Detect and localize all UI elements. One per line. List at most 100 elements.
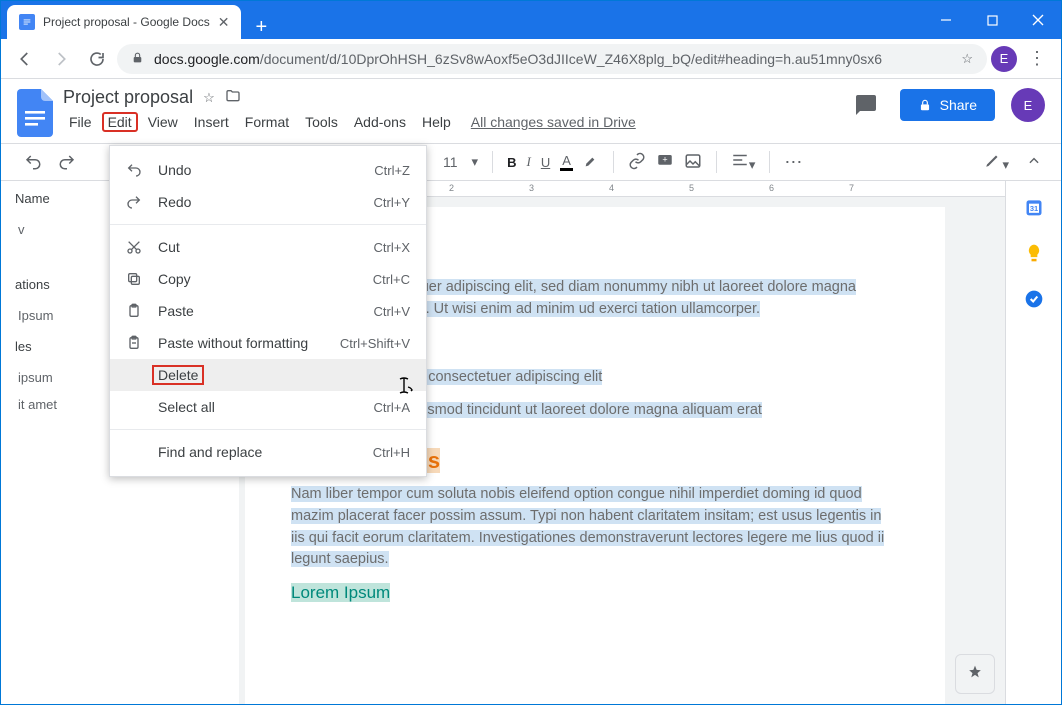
menu-shortcut: Ctrl+Shift+V — [340, 336, 410, 351]
font-size-select[interactable]: 11 — [439, 154, 462, 170]
window-controls — [923, 1, 1061, 39]
doc-title[interactable]: Project proposal — [63, 87, 193, 108]
menu-label: Redo — [158, 194, 191, 210]
body-text[interactable]: Nam liber tempor cum soluta nobis eleife… — [291, 486, 884, 567]
paste-plain-icon — [126, 335, 144, 351]
bold-button[interactable]: B — [507, 155, 516, 170]
tasks-addon-icon[interactable] — [1024, 289, 1044, 309]
insert-link-button[interactable] — [628, 152, 646, 173]
chrome-profile-avatar[interactable]: E — [991, 46, 1017, 72]
url-path: /document/d/10DprOhHSH_6zSv8wAoxf5eO3dJI… — [260, 51, 882, 67]
docs-header: Project proposal ☆ File Edit View Insert… — [1, 79, 1061, 143]
redo-button[interactable] — [55, 150, 79, 174]
menu-shortcut: Ctrl+X — [374, 240, 410, 255]
menu-item-redo[interactable]: Redo Ctrl+Y — [110, 186, 426, 218]
tab-close-icon[interactable]: ✕ — [218, 14, 230, 31]
menu-label: Find and replace — [158, 444, 262, 460]
docs-favicon — [19, 14, 35, 30]
new-tab-button[interactable]: + — [241, 16, 281, 39]
share-label: Share — [940, 97, 977, 113]
menu-item-find-replace[interactable]: Find and replace Ctrl+H — [110, 436, 426, 468]
collapse-toolbar-button[interactable] — [1027, 154, 1041, 171]
menu-label: Copy — [158, 271, 191, 287]
toolbar-overflow-button[interactable]: ⋯ — [784, 152, 804, 173]
move-doc-icon[interactable] — [225, 88, 241, 107]
menu-insert[interactable]: Insert — [188, 112, 235, 132]
menu-item-select-all[interactable]: Select all Ctrl+A — [110, 391, 426, 423]
copy-icon — [126, 271, 144, 287]
edit-menu-dropdown: Undo Ctrl+Z Redo Ctrl+Y Cut Ctrl+X Copy … — [109, 145, 427, 477]
back-button[interactable] — [9, 43, 41, 75]
maximize-button[interactable] — [969, 1, 1015, 39]
cut-icon — [126, 239, 144, 255]
text-color-button[interactable]: A — [560, 153, 573, 171]
svg-text:+: + — [662, 154, 667, 164]
menu-label: Paste — [158, 303, 194, 319]
menu-item-cut[interactable]: Cut Ctrl+X — [110, 231, 426, 263]
italic-button[interactable]: I — [526, 154, 530, 170]
menu-edit[interactable]: Edit — [102, 112, 138, 132]
menu-label: Cut — [158, 239, 180, 255]
heading-li[interactable]: Lorem Ipsum — [291, 583, 390, 602]
menu-item-paste[interactable]: Paste Ctrl+V — [110, 295, 426, 327]
lock-icon — [918, 98, 932, 112]
omnibox[interactable]: docs.google.com/document/d/10DprOhHSH_6z… — [117, 44, 987, 74]
menu-label: Select all — [158, 399, 215, 415]
menu-label: Paste without formatting — [158, 335, 308, 351]
browser-tab[interactable]: Project proposal - Google Docs ✕ — [7, 5, 241, 39]
menu-help[interactable]: Help — [416, 112, 457, 132]
minimize-button[interactable] — [923, 1, 969, 39]
ruler-tick: 7 — [849, 183, 854, 193]
menubar: File Edit View Insert Format Tools Add-o… — [63, 112, 838, 132]
menu-item-delete[interactable]: Delete — [110, 359, 426, 391]
editing-mode-button[interactable]: ▾ — [984, 151, 1009, 173]
insert-image-button[interactable] — [684, 152, 702, 173]
mouse-cursor-icon — [396, 377, 414, 399]
menu-shortcut: Ctrl+A — [374, 400, 410, 415]
star-doc-icon[interactable]: ☆ — [203, 90, 215, 106]
account-avatar[interactable]: E — [1011, 88, 1045, 122]
undo-icon — [126, 162, 144, 178]
calendar-addon-icon[interactable]: 31 — [1024, 197, 1044, 217]
chrome-menu-button[interactable]: ⋮ — [1021, 48, 1053, 69]
highlight-button[interactable] — [583, 153, 599, 172]
save-status[interactable]: All changes saved in Drive — [471, 114, 636, 130]
ruler-tick: 3 — [529, 183, 534, 193]
menu-item-paste-no-format[interactable]: Paste without formatting Ctrl+Shift+V — [110, 327, 426, 359]
url-host: docs.google.com — [154, 51, 260, 67]
tab-title: Project proposal - Google Docs — [43, 15, 210, 29]
keep-addon-icon[interactable] — [1024, 243, 1044, 263]
reload-button[interactable] — [81, 43, 113, 75]
open-comments-button[interactable] — [848, 87, 884, 123]
menu-separator — [110, 429, 426, 430]
ruler-tick: 5 — [689, 183, 694, 193]
menu-shortcut: Ctrl+C — [373, 272, 410, 287]
insert-comment-button[interactable]: + — [656, 152, 674, 173]
menu-format[interactable]: Format — [239, 112, 295, 132]
menu-view[interactable]: View — [142, 112, 184, 132]
undo-button[interactable] — [21, 150, 45, 174]
url-text: docs.google.com/document/d/10DprOhHSH_6z… — [154, 51, 882, 67]
close-window-button[interactable] — [1015, 1, 1061, 39]
underline-button[interactable]: U — [541, 155, 550, 170]
menu-shortcut: Ctrl+Y — [374, 195, 410, 210]
share-button[interactable]: Share — [900, 89, 995, 121]
menu-item-undo[interactable]: Undo Ctrl+Z — [110, 154, 426, 186]
align-button[interactable]: ▾ — [731, 151, 756, 173]
menu-file[interactable]: File — [63, 112, 98, 132]
menu-label: Delete — [152, 365, 204, 385]
menu-shortcut: Ctrl+Z — [374, 163, 410, 178]
bookmark-star-icon[interactable]: ☆ — [961, 51, 973, 67]
explore-button[interactable] — [955, 654, 995, 694]
ruler-tick: 2 — [449, 183, 454, 193]
menu-shortcut: Ctrl+H — [373, 445, 410, 460]
address-bar: docs.google.com/document/d/10DprOhHSH_6z… — [1, 39, 1061, 79]
svg-text:31: 31 — [1029, 204, 1037, 213]
menu-shortcut: Ctrl+V — [374, 304, 410, 319]
forward-button[interactable] — [45, 43, 77, 75]
docs-logo-icon[interactable] — [17, 89, 53, 137]
lock-icon — [131, 51, 144, 67]
menu-tools[interactable]: Tools — [299, 112, 344, 132]
menu-item-copy[interactable]: Copy Ctrl+C — [110, 263, 426, 295]
menu-addons[interactable]: Add-ons — [348, 112, 412, 132]
